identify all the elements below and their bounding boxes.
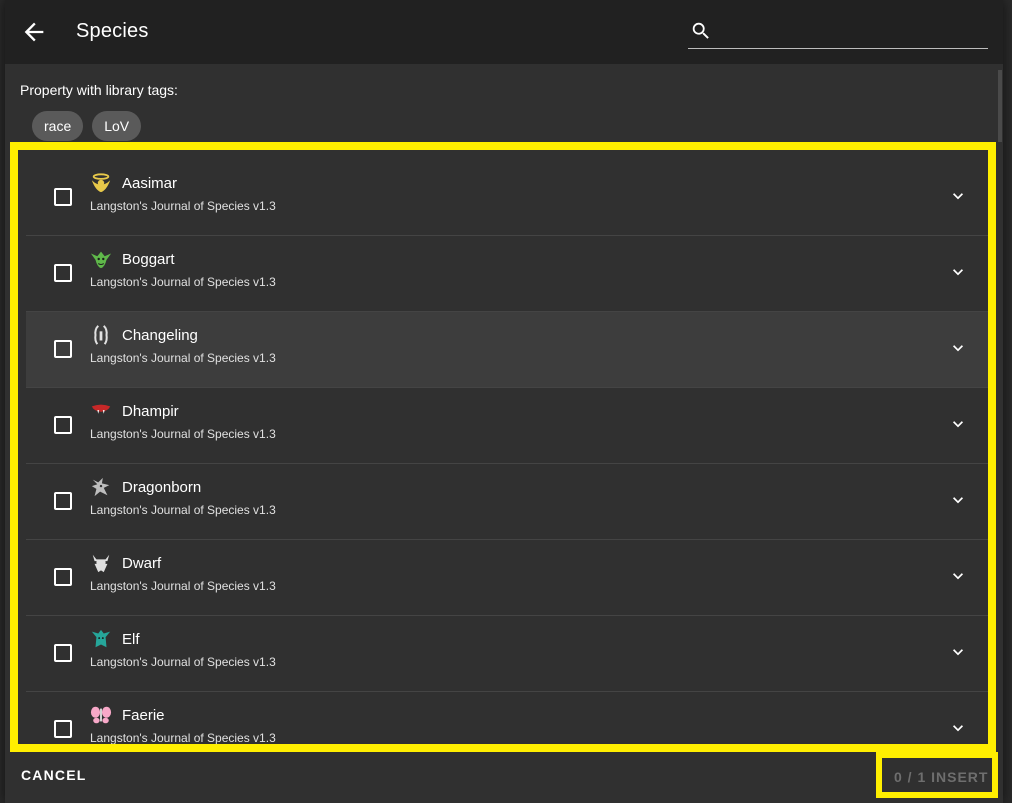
list-item[interactable]: Dwarf Langston's Journal of Species v1.3	[26, 540, 988, 616]
item-checkbox[interactable]	[54, 568, 72, 586]
list-item[interactable]: Aasimar Langston's Journal of Species v1…	[26, 160, 988, 236]
back-button[interactable]	[20, 18, 48, 46]
search-field[interactable]	[688, 14, 988, 49]
item-checkbox[interactable]	[54, 188, 72, 206]
tag-chips: race LoV	[32, 111, 142, 141]
item-source: Langston's Journal of Species v1.3	[90, 503, 276, 517]
arrow-left-icon	[24, 22, 44, 42]
list-item[interactable]: Dhampir Langston's Journal of Species v1…	[26, 388, 988, 464]
chevron-down-icon[interactable]	[948, 566, 968, 586]
item-checkbox[interactable]	[54, 492, 72, 510]
tag-chip-lov[interactable]: LoV	[92, 111, 142, 141]
background-app-right	[1003, 0, 1012, 803]
dialog-toolbar: Species	[5, 0, 1003, 64]
cancel-button[interactable]: CANCEL	[15, 763, 93, 787]
elf-icon	[91, 629, 111, 648]
search-icon	[692, 22, 709, 39]
dialog-footer: CANCEL 0 / 1 INSERT	[5, 752, 1003, 803]
item-source: Langston's Journal of Species v1.3	[90, 351, 276, 365]
item-source: Langston's Journal of Species v1.3	[90, 427, 276, 441]
item-checkbox[interactable]	[54, 264, 72, 282]
dwarf-icon	[92, 554, 110, 573]
insert-highlight: 0 / 1 INSERT	[876, 752, 998, 798]
tag-chip-race[interactable]: race	[32, 111, 84, 141]
item-source: Langston's Journal of Species v1.3	[90, 731, 276, 745]
item-name: Changeling	[122, 327, 198, 344]
boggart-icon	[90, 251, 112, 269]
species-dialog: Species Property with library tags: race…	[5, 0, 1003, 803]
chevron-down-icon[interactable]	[948, 642, 968, 662]
species-list-container: Aasimar Langston's Journal of Species v1…	[10, 142, 996, 752]
item-checkbox[interactable]	[54, 340, 72, 358]
item-source: Langston's Journal of Species v1.3	[90, 275, 276, 289]
list-item[interactable]: Elf Langston's Journal of Species v1.3	[26, 616, 988, 692]
item-name: Elf	[122, 631, 140, 648]
dialog-title: Species	[76, 20, 149, 42]
item-source: Langston's Journal of Species v1.3	[90, 579, 276, 593]
chevron-down-icon[interactable]	[948, 490, 968, 510]
list-item[interactable]: Boggart Langston's Journal of Species v1…	[26, 236, 988, 312]
item-checkbox[interactable]	[54, 720, 72, 738]
insert-button[interactable]: 0 / 1 INSERT	[894, 769, 988, 785]
search-input[interactable]	[720, 18, 986, 46]
chevron-down-icon[interactable]	[948, 186, 968, 206]
dhampir-icon	[91, 404, 111, 414]
item-name: Faerie	[122, 707, 165, 724]
list-item[interactable]: Changeling Langston's Journal of Species…	[26, 312, 988, 388]
item-name: Aasimar	[122, 175, 178, 192]
list-item[interactable]: Faerie Langston's Journal of Species v1.…	[26, 692, 988, 745]
aasimar-icon	[91, 173, 111, 193]
item-source: Langston's Journal of Species v1.3	[90, 655, 276, 669]
item-name: Dragonborn	[122, 479, 202, 496]
chevron-down-icon[interactable]	[948, 262, 968, 282]
item-name: Dwarf	[122, 555, 162, 572]
changeling-icon	[94, 325, 108, 345]
faerie-icon	[90, 706, 112, 724]
species-list: Aasimar Langston's Journal of Species v1…	[26, 160, 988, 745]
item-checkbox[interactable]	[54, 644, 72, 662]
chevron-down-icon[interactable]	[948, 338, 968, 358]
chevron-down-icon[interactable]	[948, 414, 968, 434]
item-name: Boggart	[122, 251, 175, 268]
item-source: Langston's Journal of Species v1.3	[90, 199, 276, 213]
list-item[interactable]: Dragonborn Langston's Journal of Species…	[26, 464, 988, 540]
chevron-down-icon[interactable]	[948, 718, 968, 738]
dragonborn-icon	[91, 477, 110, 497]
item-checkbox[interactable]	[54, 416, 72, 434]
scrollbar[interactable]	[998, 70, 1002, 142]
filter-label: Property with library tags:	[20, 82, 178, 98]
item-name: Dhampir	[122, 403, 179, 420]
